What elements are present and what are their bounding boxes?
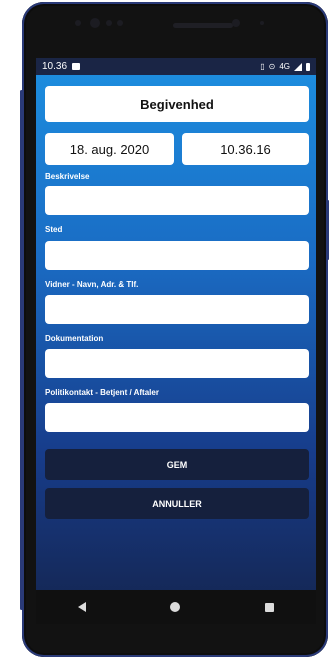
home-icon[interactable]: [170, 602, 181, 612]
save-button[interactable]: GEM: [45, 449, 309, 480]
documentation-field[interactable]: [45, 349, 309, 378]
cancel-button[interactable]: ANNULLER: [45, 488, 309, 519]
front-camera-icon: [90, 18, 100, 28]
date-picker[interactable]: 18. aug. 2020: [45, 133, 174, 165]
network-type: 4G: [279, 62, 290, 71]
description-field[interactable]: [45, 186, 309, 215]
vibrate-icon: ▯: [260, 62, 265, 71]
time-picker[interactable]: 10.36.16: [182, 133, 309, 165]
back-icon[interactable]: [78, 602, 87, 612]
app-screen: 10.36 ▯ ⊙ 4G Begivenhed 18. aug. 2020 10…: [36, 58, 316, 624]
sensor-dot: [117, 20, 123, 26]
witnesses-label: Vidner - Navn, Adr. & Tlf.: [45, 280, 139, 289]
recent-apps-icon[interactable]: [264, 602, 274, 612]
page-title: Begivenhed: [45, 86, 309, 122]
police-contact-label: Politikontakt - Betjent / Aftaler: [45, 388, 159, 397]
witnesses-field[interactable]: [45, 295, 309, 324]
location-label: Sted: [45, 225, 63, 234]
earpiece-speaker: [173, 23, 233, 28]
sensor-dot: [106, 20, 112, 26]
police-contact-field[interactable]: [45, 403, 309, 432]
sensor-dot: [75, 20, 81, 26]
location-icon: ⊙: [268, 62, 276, 71]
status-bar: 10.36 ▯ ⊙ 4G: [36, 58, 316, 75]
sensor-dot: [260, 21, 264, 25]
image-notification-icon: [72, 63, 81, 70]
description-label: Beskrivelse: [45, 172, 90, 181]
sensor-dot: [232, 19, 240, 27]
signal-icon: [294, 62, 302, 71]
documentation-label: Dokumentation: [45, 334, 104, 343]
status-time: 10.36: [42, 61, 68, 72]
android-nav-bar: [36, 590, 316, 624]
battery-icon: [306, 62, 310, 71]
location-field[interactable]: [45, 241, 309, 270]
